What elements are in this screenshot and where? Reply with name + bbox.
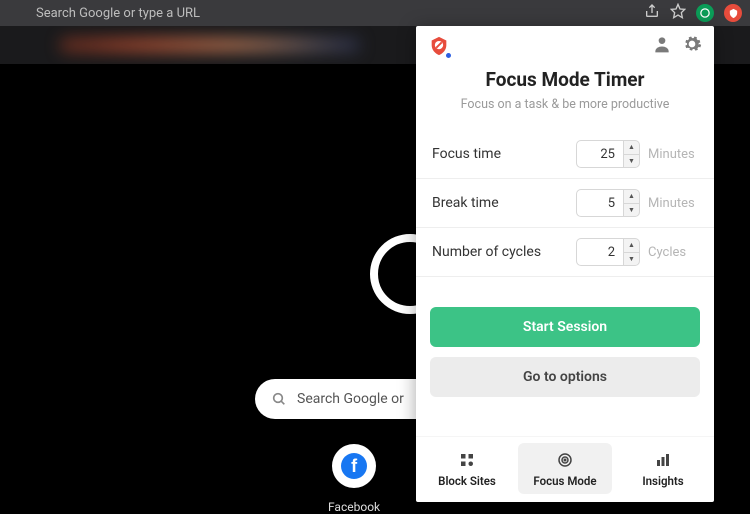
account-icon[interactable] [652, 34, 672, 58]
settings-gear-icon[interactable] [682, 34, 702, 58]
grid-icon [458, 451, 476, 469]
cycles-stepper[interactable]: ▲▼ [624, 238, 640, 266]
tab-focus-label: Focus Mode [533, 474, 596, 488]
shortcut-label: Facebook [328, 500, 380, 514]
popup-title: Focus Mode Timer [416, 68, 714, 91]
extension-green-icon[interactable] [696, 4, 714, 22]
tab-insights[interactable]: Insights [616, 443, 710, 494]
underlying-page: Search Google or f Facebook [0, 64, 410, 514]
tab-block-sites[interactable]: Block Sites [420, 443, 514, 494]
chevron-down-icon: ▼ [624, 155, 639, 168]
bar-chart-icon [654, 451, 672, 469]
target-icon [556, 451, 574, 469]
extension-blocksite-icon[interactable] [724, 4, 742, 22]
chevron-down-icon: ▼ [624, 253, 639, 266]
browser-toolbar: Search Google or type a URL [0, 0, 750, 26]
cycles-input[interactable]: 2 [576, 238, 624, 266]
page-search-placeholder: Search Google or [297, 391, 404, 407]
omnibox-placeholder[interactable]: Search Google or type a URL [36, 6, 200, 21]
focus-time-stepper[interactable]: ▲▼ [624, 140, 640, 168]
cycles-unit: Cycles [648, 245, 698, 260]
tab-block-label: Block Sites [438, 474, 496, 488]
star-icon[interactable] [670, 3, 686, 23]
chevron-down-icon: ▼ [624, 204, 639, 217]
chevron-up-icon: ▲ [624, 190, 639, 204]
toolbar-right [644, 3, 742, 23]
row-cycles: Number of cycles 2 ▲▼ Cycles [416, 228, 714, 277]
shortcut-facebook[interactable]: f Facebook [328, 444, 380, 514]
popup-subtitle: Focus on a task & be more productive [416, 97, 714, 112]
popup-tabs: Block Sites Focus Mode Insights [416, 436, 714, 502]
chevron-up-icon: ▲ [624, 141, 639, 155]
break-time-stepper[interactable]: ▲▼ [624, 189, 640, 217]
focus-time-input[interactable]: 25 [576, 140, 624, 168]
tab-focus-mode[interactable]: Focus Mode [518, 443, 612, 494]
row-focus-time: Focus time 25 ▲▼ Minutes [416, 130, 714, 179]
extension-popup: Focus Mode Timer Focus on a task & be mo… [416, 26, 714, 502]
focus-time-label: Focus time [432, 146, 576, 162]
break-time-label: Break time [432, 195, 576, 211]
popup-actions: Start Session Go to options [416, 277, 714, 407]
go-to-options-button[interactable]: Go to options [430, 357, 700, 397]
cycles-label: Number of cycles [432, 244, 576, 260]
popup-header [416, 26, 714, 62]
tab-insights-label: Insights [642, 474, 683, 488]
chevron-up-icon: ▲ [624, 239, 639, 253]
start-session-button[interactable]: Start Session [430, 307, 700, 347]
row-break-time: Break time 5 ▲▼ Minutes [416, 179, 714, 228]
blocksite-shield-icon[interactable] [428, 35, 450, 57]
facebook-icon: f [341, 453, 367, 479]
search-icon [271, 391, 287, 407]
share-icon[interactable] [644, 3, 660, 23]
break-time-unit: Minutes [648, 196, 698, 211]
focus-time-unit: Minutes [648, 147, 698, 162]
break-time-input[interactable]: 5 [576, 189, 624, 217]
